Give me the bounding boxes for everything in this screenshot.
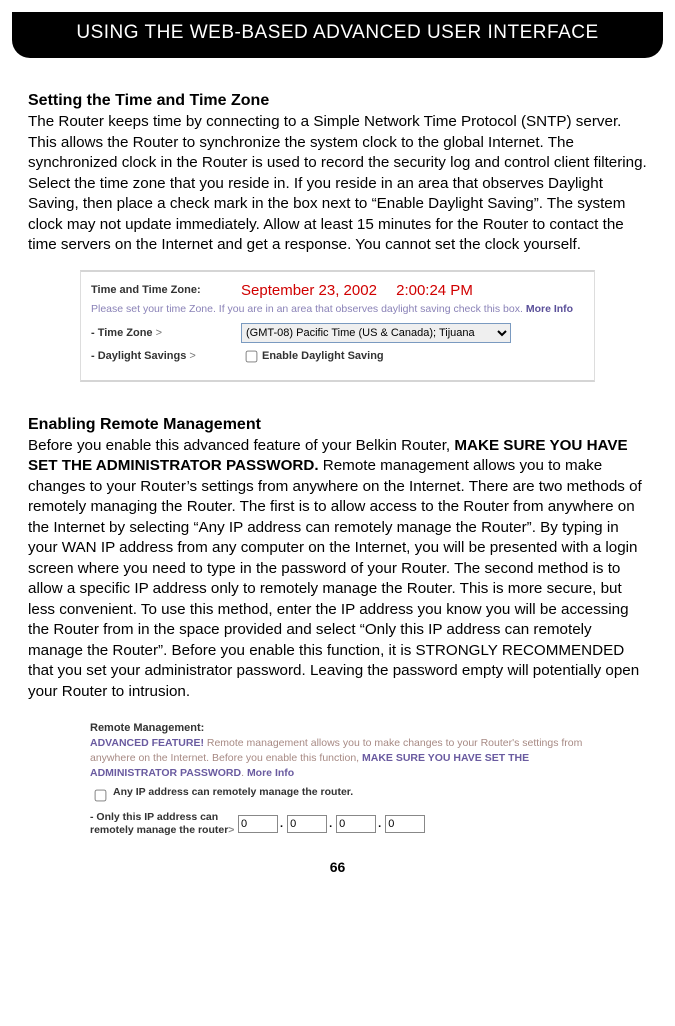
section2-body-pre: Before you enable this advanced feature … xyxy=(28,437,454,454)
chevron-right-icon: > xyxy=(189,350,195,362)
current-datetime: September 23, 2002 2:00:24 PM xyxy=(241,282,473,299)
any-ip-checkbox[interactable] xyxy=(95,790,107,802)
remote-more-info-link[interactable]: More Info xyxy=(247,767,294,779)
ip-dot: . xyxy=(280,818,283,830)
page-content: Setting the Time and Time Zone The Route… xyxy=(0,92,675,875)
daylight-checkbox-label: Enable Daylight Saving xyxy=(262,350,384,362)
remote-management-panel: Remote Management: ADVANCED FEATURE! Rem… xyxy=(80,716,595,846)
ip-octet-1[interactable] xyxy=(238,815,278,833)
ip-octet-2[interactable] xyxy=(287,815,327,833)
ip-input-group: . . . xyxy=(238,815,425,833)
timezone-label: - Time Zone > xyxy=(91,327,241,339)
daylight-label-text: - Daylight Savings xyxy=(91,350,186,362)
ip-octet-3[interactable] xyxy=(336,815,376,833)
adv-feature-lead: ADVANCED FEATURE! xyxy=(90,737,204,749)
section2-body: Before you enable this advanced feature … xyxy=(28,436,647,703)
any-ip-label: Any IP address can remotely manage the r… xyxy=(113,786,353,798)
section2-title: Enabling Remote Management xyxy=(28,416,647,434)
page-header: USING THE WEB-BASED ADVANCED USER INTERF… xyxy=(12,12,663,58)
timezone-label-text: - Time Zone xyxy=(91,327,153,339)
daylight-label: - Daylight Savings > xyxy=(91,350,241,362)
ip-dot: . xyxy=(329,818,332,830)
section1-title: Setting the Time and Time Zone xyxy=(28,92,647,110)
time-zone-panel: Time and Time Zone: September 23, 2002 2… xyxy=(80,270,595,382)
section1-body: The Router keeps time by connecting to a… xyxy=(28,112,647,256)
time-zone-helper-text: Please set your time Zone. If you are in… xyxy=(91,303,523,315)
only-ip-label-text: - Only this IP address can remotely mana… xyxy=(90,811,228,836)
daylight-checkbox-wrap[interactable]: Enable Daylight Saving xyxy=(241,347,384,366)
timezone-select[interactable]: (GMT-08) Pacific Time (US & Canada); Tij… xyxy=(241,323,511,343)
remote-title: Remote Management: xyxy=(90,722,585,734)
page-number: 66 xyxy=(28,859,647,875)
chevron-right-icon: > xyxy=(228,824,234,836)
time-zone-row-label: Time and Time Zone: xyxy=(91,284,241,296)
more-info-link[interactable]: More Info xyxy=(526,303,573,315)
section2-body-post: Remote management allows you to make cha… xyxy=(28,457,642,700)
time-zone-helper: Please set your time Zone. If you are in… xyxy=(91,303,584,315)
ip-octet-4[interactable] xyxy=(385,815,425,833)
ip-dot: . xyxy=(378,818,381,830)
only-ip-label: - Only this IP address can remotely mana… xyxy=(90,811,238,836)
chevron-right-icon: > xyxy=(156,327,162,339)
daylight-checkbox[interactable] xyxy=(246,350,258,362)
remote-adv-line: ADVANCED FEATURE! Remote management allo… xyxy=(90,736,585,780)
